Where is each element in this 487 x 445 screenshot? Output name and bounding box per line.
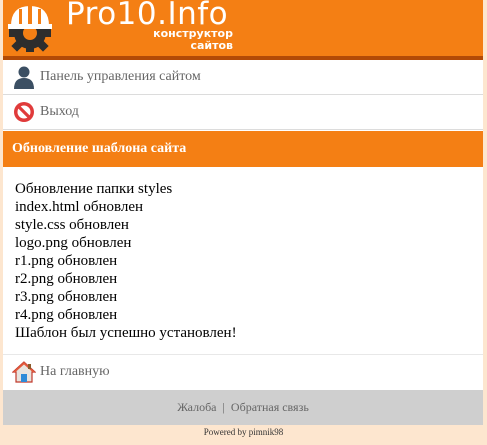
complaint-link[interactable]: Жалоба	[177, 400, 216, 414]
log-line: index.html обновлен	[15, 199, 144, 215]
home-icon	[12, 361, 36, 383]
log-line: Обновление папки styles	[15, 181, 173, 197]
site-tagline: конструктор сайтов	[153, 28, 233, 52]
powered-by: Powered by pimnik98	[203, 427, 284, 437]
section-title-bar: Обновление шаблона сайта	[3, 131, 483, 167]
menu-item-label: Выход	[40, 104, 79, 119]
home-link-label: На главную	[40, 364, 110, 379]
log-line: r3.png обновлен	[15, 289, 118, 305]
menu-item-label: Панель управления сайтом	[40, 69, 201, 84]
gear-helmet-icon	[8, 6, 52, 52]
feedback-link[interactable]: Обратная связь	[231, 400, 309, 414]
home-link[interactable]: На главную	[3, 354, 483, 389]
section-title: Обновление шаблона сайта	[12, 141, 187, 156]
no-entry-icon	[14, 102, 34, 122]
site-header: Pro10.Info конструктор сайтов	[3, 0, 483, 60]
log-line: r4.png обновлен	[15, 307, 118, 323]
log-line: logo.png обновлен	[15, 235, 132, 251]
site-footer: Жалоба | Обратная связь	[3, 390, 483, 425]
tagline-line2: сайтов	[190, 39, 233, 52]
log-line: Шаблон был успешно установлен!	[15, 325, 237, 341]
footer-separator: |	[222, 400, 225, 414]
log-line: r2.png обновлен	[15, 271, 118, 287]
user-icon	[14, 66, 34, 89]
menu-item-control-panel[interactable]: Панель управления сайтом	[3, 60, 483, 95]
log-line: r1.png обновлен	[15, 253, 118, 269]
update-log: Обновление папки styles index.html обнов…	[15, 180, 475, 342]
menu-item-logout[interactable]: Выход	[3, 95, 483, 130]
page-container: Pro10.Info конструктор сайтов Панель упр…	[3, 0, 483, 425]
log-line: style.css обновлен	[15, 217, 129, 233]
